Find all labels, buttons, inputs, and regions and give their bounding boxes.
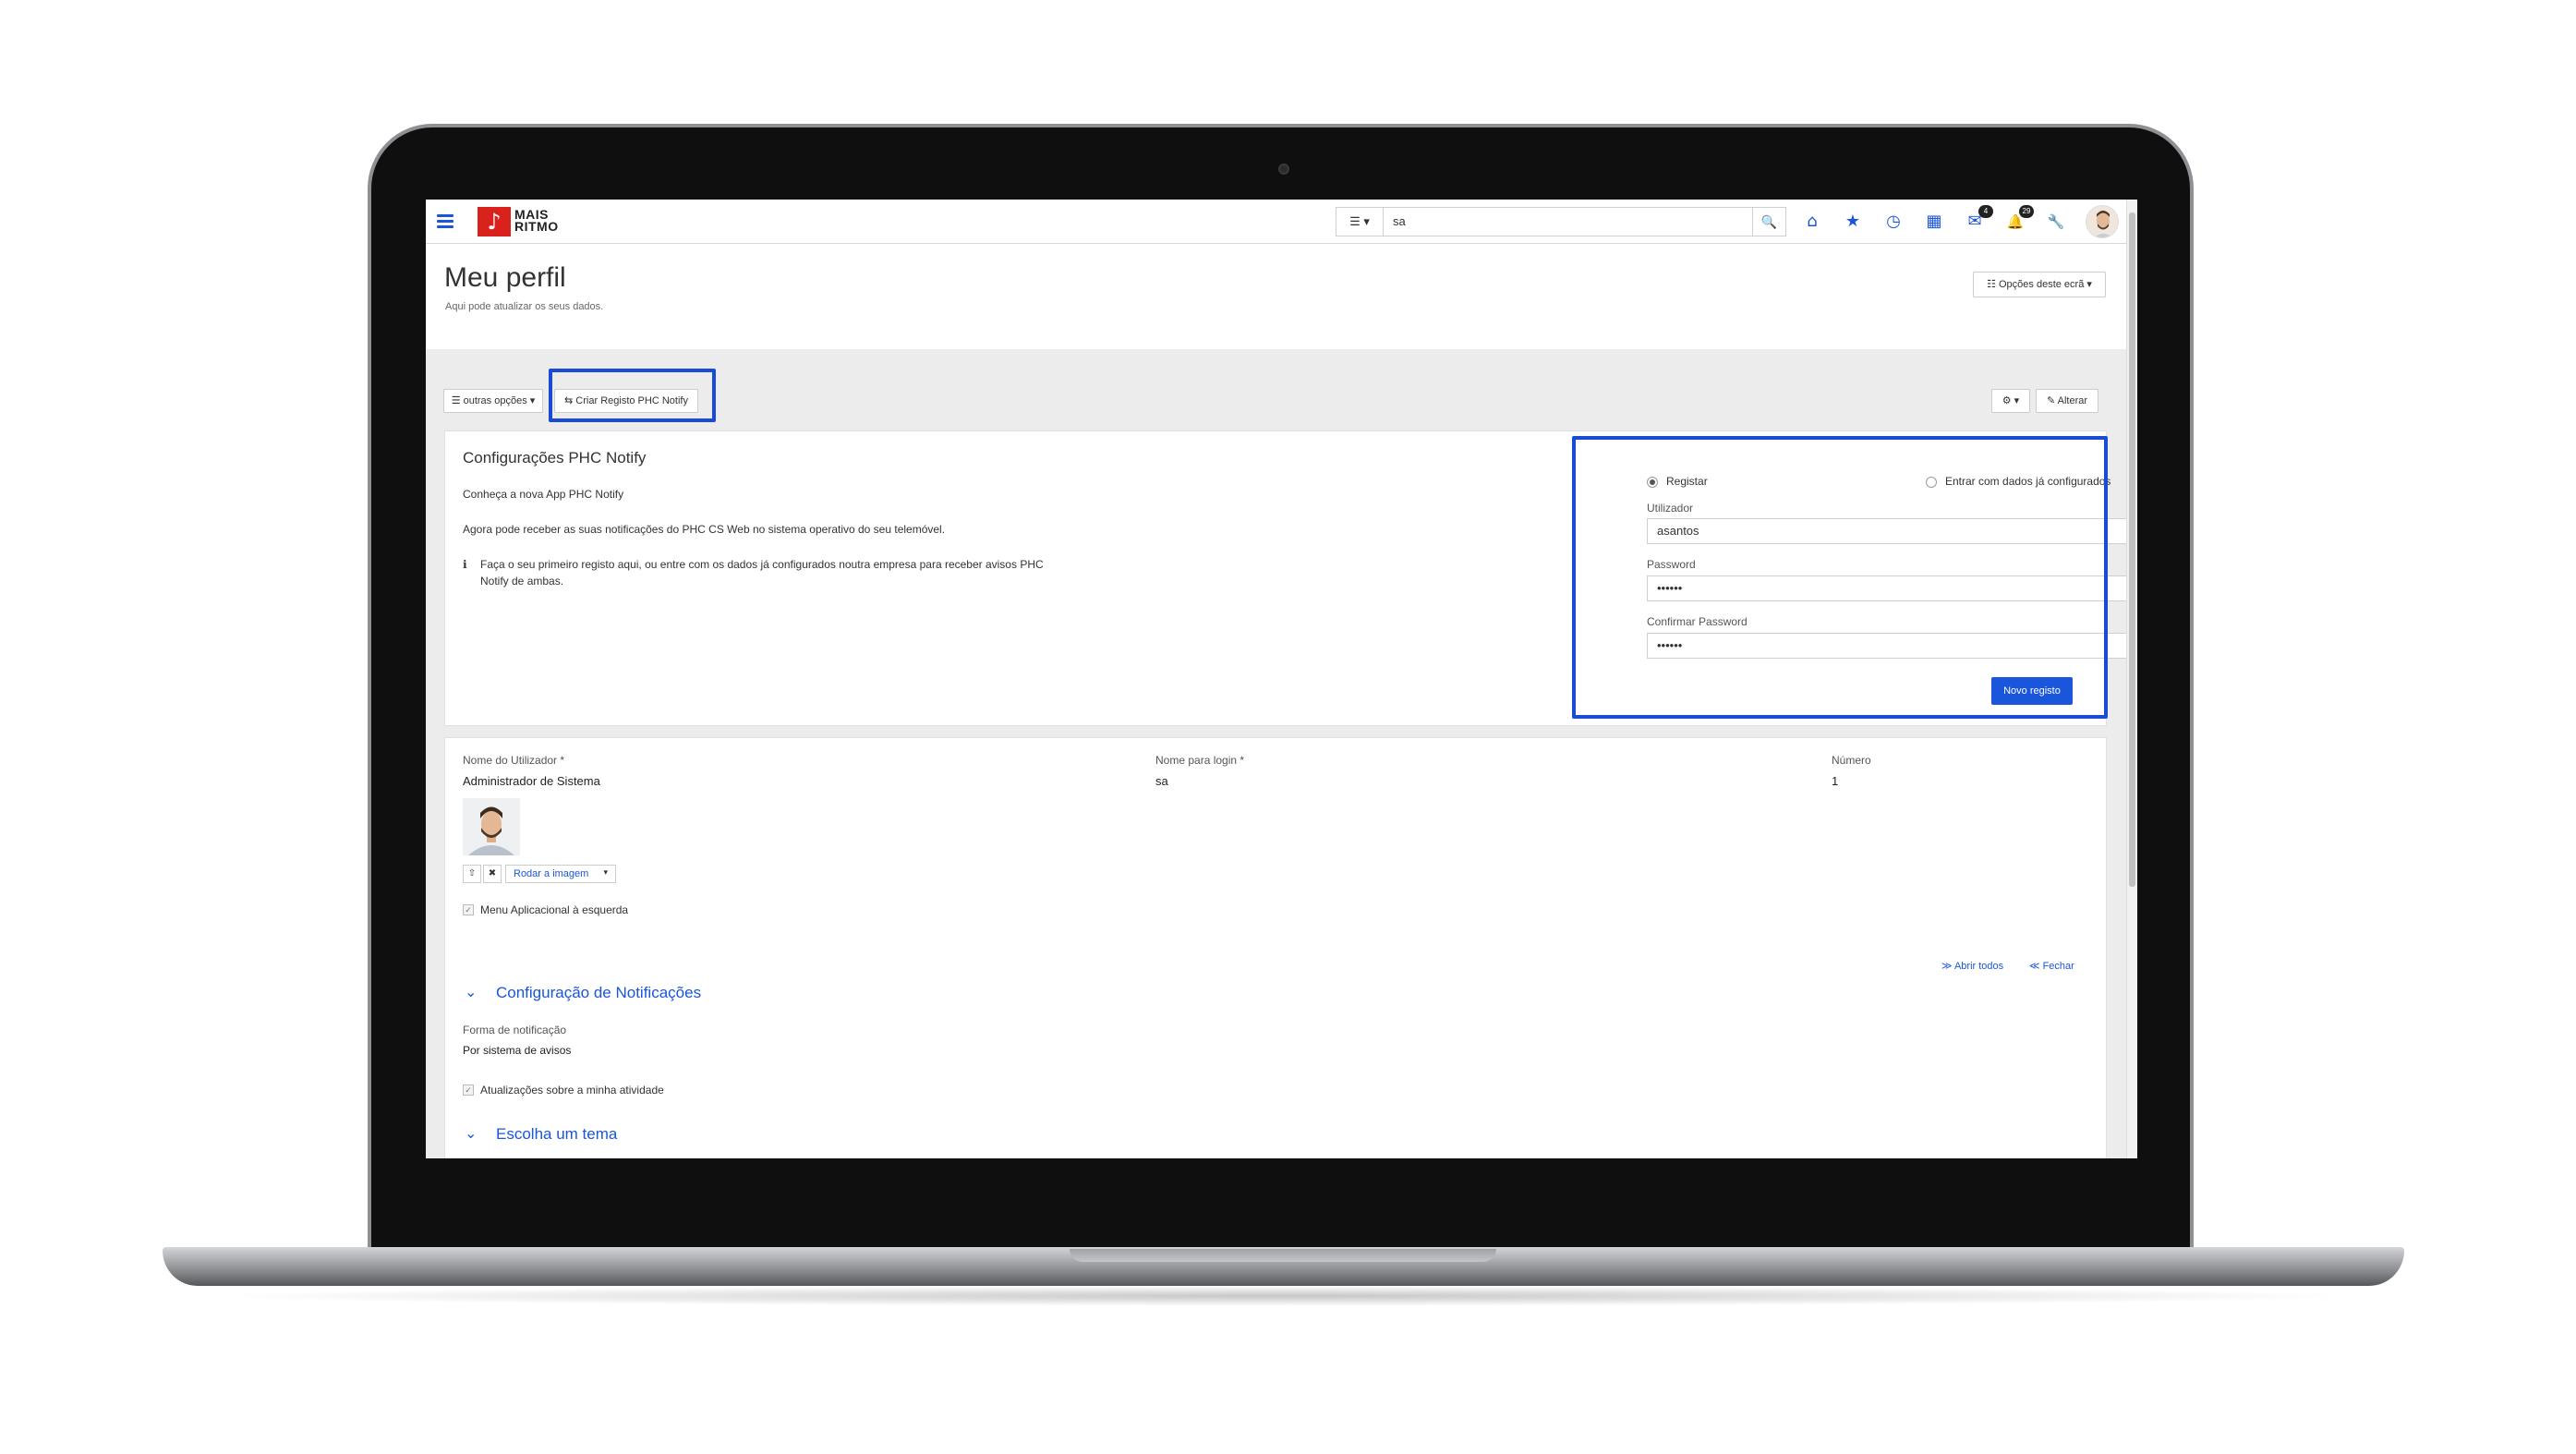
star-icon[interactable]: ★ [1840,211,1866,233]
number-label: Número [1832,754,1871,767]
screen: ♪ MAIS RITMO ☰ ▾ sa 🔍 ⌂ ★ ◷ ▦ ✉ 4 🔔 29 🔧 [426,200,2137,1158]
page-header: Meu perfil Aqui pode atualizar os seus d… [426,244,2126,349]
page-subtitle: Aqui pode atualizar os seus dados. [445,301,604,312]
search-icon[interactable]: 🔍 [1753,207,1786,236]
number-value: 1 [1832,774,1839,788]
profile-panel [444,737,2107,1158]
search-type-dropdown[interactable]: ☰ ▾ [1336,207,1384,236]
logo-line2: RITMO [514,219,559,234]
notify-info-line2: Notify de ambas. [480,575,564,588]
camera [1278,164,1289,175]
screen-options-button[interactable]: ☷ Opções deste ecrã ▾ [1973,272,2106,297]
mail-icon[interactable]: ✉ 4 [1962,205,1993,233]
upload-icon[interactable]: ⇧ [463,865,481,883]
home-icon[interactable]: ⌂ [1799,211,1825,233]
top-navbar: ♪ MAIS RITMO ☰ ▾ sa 🔍 ⌂ ★ ◷ ▦ ✉ 4 🔔 29 🔧 [426,200,2126,244]
notify-title: Configurações PHC Notify [463,449,647,466]
laptop-shadow [203,1286,2364,1306]
stage: ♪ MAIS RITMO ☰ ▾ sa 🔍 ⌂ ★ ◷ ▦ ✉ 4 🔔 29 🔧 [0,0,2576,1454]
profile-photo [463,798,520,855]
open-all-link[interactable]: ≫ Abrir todos [1941,960,2003,972]
notify-intro: Conheça a nova App PHC Notify [463,488,624,501]
user-name-label: Nome do Utilizador * [463,754,565,767]
logo: MAIS RITMO [514,208,559,234]
bell-badge: 29 [2019,205,2034,218]
notifications-section-title[interactable]: Configuração de Notificações [496,984,701,1002]
wrench-icon[interactable]: 🔧 [2043,211,2069,233]
chevron-down-icon[interactable]: ⌄ [465,1124,477,1142]
highlight-registration-form [1572,436,2108,719]
scrollbar-thumb[interactable] [2129,212,2135,887]
bell-icon[interactable]: 🔔 29 [2002,205,2034,233]
login-name-label: Nome para login * [1155,754,1245,767]
notify-info-line1: Faça o seu primeiro registo aqui, ou ent… [480,558,1044,571]
highlight-create-notify [549,369,716,422]
notification-form-label: Forma de notificação [463,1024,567,1036]
laptop-notch [1070,1249,1496,1262]
theme-section-title[interactable]: Escolha um tema [496,1125,617,1144]
calendar-icon[interactable]: ▦ [1921,211,1947,233]
activity-updates-checkbox[interactable]: ✓ [463,1084,474,1096]
notification-form-value: Por sistema de avisos [463,1044,572,1057]
login-name-value: sa [1155,774,1168,788]
hamburger-menu-icon[interactable] [437,214,454,228]
info-icon: ℹ [463,558,467,571]
close-all-link[interactable]: ≪ Fechar [2029,960,2074,972]
mail-badge: 4 [1978,205,1993,218]
other-options-button[interactable]: ☰ outras opções ▾ [443,389,543,413]
activity-updates-label: Atualizações sobre a minha atividade [480,1084,664,1097]
clock-icon[interactable]: ◷ [1881,211,1906,233]
chevron-down-icon[interactable]: ⌄ [465,983,477,1000]
chevron-down-icon: ▾ [603,868,608,878]
scrollbar[interactable] [2126,200,2137,1158]
page-title: Meu perfil [444,262,566,293]
user-name-value: Administrador de Sistema [463,774,600,788]
search-input[interactable]: sa [1384,207,1753,236]
rotate-image-label: Rodar a imagem [514,868,589,879]
settings-menu-button[interactable]: ⚙ ▾ [1991,389,2030,413]
menu-left-checkbox[interactable]: ✓ [463,904,474,915]
notify-description: Agora pode receber as suas notificações … [463,523,946,536]
delete-icon[interactable]: ✖ [483,865,502,883]
edit-button[interactable]: ✎ Alterar [2036,389,2098,413]
rotate-image-select[interactable]: Rodar a imagem ▾ [505,865,616,883]
user-avatar[interactable] [2086,205,2119,238]
logo-icon: ♪ [478,207,511,236]
menu-left-label: Menu Aplicacional à esquerda [480,903,629,916]
